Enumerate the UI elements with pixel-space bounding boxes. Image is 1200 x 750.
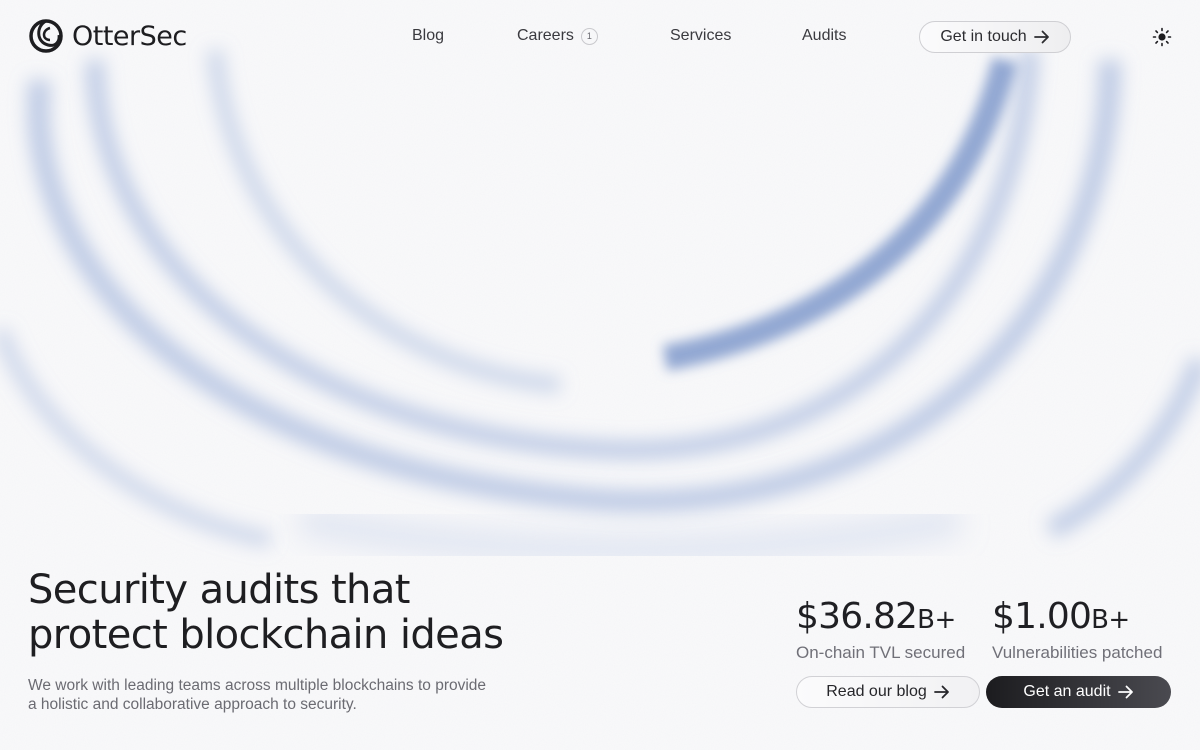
ottersec-logo-icon: [29, 19, 63, 53]
page: OtterSec Blog Careers 1 Services Audits …: [0, 0, 1200, 750]
nav-careers[interactable]: Careers 1: [517, 26, 598, 46]
stat-value: $1.00B+: [992, 596, 1162, 641]
stat-vulnerabilities-patched: $1.00B+ Vulnerabilities patched: [992, 596, 1162, 663]
hero-title-line-1: Security audits that: [28, 567, 410, 613]
nav-careers-label: Careers: [517, 27, 574, 44]
stat-label: Vulnerabilities patched: [992, 643, 1163, 662]
site-header: OtterSec Blog Careers 1 Services Audits …: [0, 0, 1200, 72]
stat-tvl-secured: $36.82B+ On-chain TVL secured: [796, 596, 965, 663]
arrow-right-icon: [1117, 685, 1133, 699]
stat-value: $36.82B+: [796, 596, 965, 641]
stat-label: On-chain TVL secured: [796, 643, 966, 662]
get-in-touch-button[interactable]: Get in touch: [919, 21, 1071, 53]
hero-subtitle: We work with leading teams across multip…: [28, 677, 487, 713]
hero-title: Security audits that protect blockchain …: [28, 568, 588, 658]
stat-suffix: B+: [1091, 605, 1130, 635]
hero-title-line-2: protect blockchain ideas: [28, 612, 504, 658]
read-our-blog-label: Read our blog: [826, 683, 927, 700]
stat-amount: $1.00: [992, 596, 1092, 637]
get-in-touch-label: Get in touch: [940, 28, 1027, 45]
arrow-right-icon: [933, 685, 949, 699]
logo-link[interactable]: OtterSec: [28, 18, 187, 54]
nav-services[interactable]: Services: [670, 26, 731, 46]
nav-blog[interactable]: Blog: [412, 26, 444, 46]
stat-amount: $36.82: [796, 596, 918, 637]
arrow-right-icon: [1033, 30, 1049, 44]
careers-count-badge: 1: [580, 27, 598, 45]
get-an-audit-label: Get an audit: [1023, 683, 1111, 700]
nav-audits[interactable]: Audits: [802, 26, 846, 46]
brand-name: OtterSec: [72, 20, 187, 52]
read-our-blog-button[interactable]: Read our blog: [796, 676, 980, 708]
sun-icon[interactable]: [1152, 27, 1172, 47]
stat-suffix: B+: [917, 605, 956, 635]
get-an-audit-button[interactable]: Get an audit: [986, 676, 1171, 708]
